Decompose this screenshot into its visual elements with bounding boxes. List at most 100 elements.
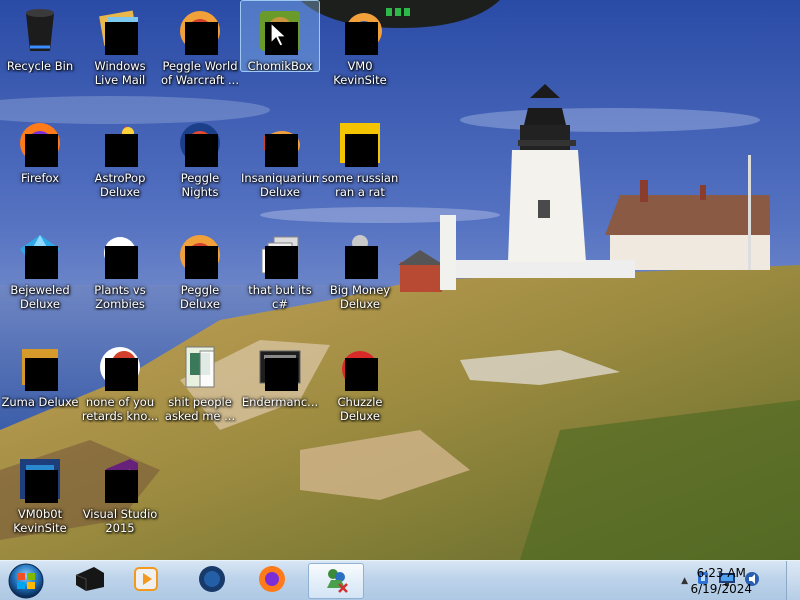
endermanch-icon: [256, 343, 304, 391]
desktop-icon-label: Visual Studio 2015: [82, 507, 158, 535]
desktop-icon-bejeweled[interactable]: Bejeweled Deluxe: [0, 224, 80, 334]
redaction-box: [265, 358, 298, 391]
desktop-icon-label: Firefox: [20, 171, 60, 185]
taskbar-button-chomikbox-taskbar[interactable]: [308, 563, 364, 599]
clock-time: 6:23 AM: [696, 566, 746, 580]
taskbar-button-media-player[interactable]: [118, 563, 174, 599]
stacked-files-icon: [256, 231, 304, 279]
redaction-box: [185, 134, 218, 167]
chuzzle-icon: [336, 343, 384, 391]
desktop-icon-peggle[interactable]: Peggle Deluxe: [160, 224, 240, 334]
system-clock[interactable]: 6:23 AM 6/19/2024: [690, 565, 752, 597]
desktop-icon-plants-vs-zombies[interactable]: Plants vs Zombies: [80, 224, 160, 334]
desktop-icon-label: Recycle Bin: [6, 59, 74, 73]
redaction-box: [25, 134, 58, 167]
mouse-cursor-icon: [270, 21, 288, 52]
desktop-icon-recycle-bin[interactable]: Recycle Bin: [0, 0, 80, 110]
desktop-icon-firefox[interactable]: Firefox: [0, 112, 80, 222]
file-icon: e: [336, 119, 384, 167]
desktop-icon-insaniquarium[interactable]: Insaniquarium Deluxe: [240, 112, 320, 222]
desktop-icon-document[interactable]: shit people asked me ...: [160, 336, 240, 446]
zuma-icon: [16, 343, 64, 391]
taskbar-button-firefox[interactable]: [244, 563, 300, 599]
redaction-box: [265, 134, 298, 167]
redaction-box: [345, 246, 378, 279]
desktop-icon-label: VM0b0t KevinSite: [13, 507, 67, 535]
desktop-icon-label: VM0 KevinSite (View): [333, 59, 387, 87]
windows-live-mail-icon: [96, 7, 144, 55]
desktop-icon-label: Peggle Nights Deluxe: [180, 171, 220, 199]
taskbar-button-black-box-app[interactable]: [62, 563, 118, 599]
peggle-red-icon: [96, 343, 144, 391]
windows-start-orb-icon: [8, 563, 44, 599]
desktop-icon-label: Chuzzle Deluxe: [337, 395, 383, 423]
redaction-box: [345, 358, 378, 391]
redaction-box: [105, 358, 138, 391]
plants-vs-zombies-icon: [96, 231, 144, 279]
desktop-icon-label: none of you retards kno...: [81, 395, 159, 423]
redaction-box: [105, 134, 138, 167]
desktop-icon-label: Bejeweled Deluxe: [10, 283, 70, 311]
desktop-icon-vm-bot[interactable]: VM0b0t KevinSite: [0, 448, 80, 558]
desktop-icon-label: Peggle Deluxe: [180, 283, 220, 311]
desktop-icon-vm-kevinsite-view[interactable]: VM0 KevinSite (View): [320, 0, 400, 110]
start-button[interactable]: [4, 562, 48, 600]
recycle-bin-icon: [16, 7, 64, 55]
desktop-icon-stacked-files[interactable]: that but its c#: [240, 224, 320, 334]
bejeweled-icon: [16, 231, 64, 279]
globe-app-icon: [197, 564, 227, 598]
desktop-icon-visual-studio[interactable]: Visual Studio 2015: [80, 448, 160, 558]
desktop-icon-label: ChomikBox: [247, 59, 313, 71]
desktop-icon-file[interactable]: e some russian ran a rat: [320, 112, 400, 222]
desktop-icon-chuzzle[interactable]: Chuzzle Deluxe: [320, 336, 400, 446]
show-hidden-icons-arrow[interactable]: ▲: [681, 576, 688, 586]
taskbar: ▲ 6:23 AM 6/19/2024: [0, 560, 800, 600]
clock-date: 6/19/2024: [690, 582, 752, 596]
desktop-icon-label: that but its c#: [248, 283, 312, 311]
redaction-box: [185, 246, 218, 279]
desktop-icon-label: Big Money Deluxe: [329, 283, 391, 311]
big-money-icon: [336, 231, 384, 279]
peggle-nights-icon: [176, 119, 224, 167]
vm-kevinsite-view-icon: [336, 7, 384, 55]
desktop-icon-peggle-nights[interactable]: Peggle Nights Deluxe: [160, 112, 240, 222]
redaction-box: [345, 22, 378, 55]
insaniquarium-icon: [256, 119, 304, 167]
show-desktop-button[interactable]: [786, 561, 800, 600]
redaction-box: [25, 470, 58, 503]
redaction-box: [105, 246, 138, 279]
desktop-icon-big-money[interactable]: Big Money Deluxe: [320, 224, 400, 334]
desktop-icon-windows-live-mail[interactable]: Windows Live Mail: [80, 0, 160, 110]
firefox-icon: [16, 119, 64, 167]
desktop-icon-peggle-wow[interactable]: Peggle World of Warcraft ...: [160, 0, 240, 110]
desktop-icon-label: shit people asked me ...: [164, 395, 236, 423]
desktop-icon-label: some russian ran a rat: [321, 171, 399, 199]
desktop-icon-label: Plants vs Zombies: [94, 283, 146, 311]
desktop-icon-peggle-red[interactable]: none of you retards kno...: [80, 336, 160, 446]
desktop-icon-zuma[interactable]: Zuma Deluxe: [0, 336, 80, 446]
black-box-app-icon: [74, 565, 106, 597]
redaction-box: [25, 246, 58, 279]
desktop-icon-astropop[interactable]: AstroPop Deluxe: [80, 112, 160, 222]
peggle-icon: [176, 231, 224, 279]
desktop-icon-label: Peggle World of Warcraft ...: [161, 59, 239, 87]
vm-bot-icon: [16, 455, 64, 503]
astropop-icon: [96, 119, 144, 167]
desktop-icon-label: Windows Live Mail: [94, 59, 146, 87]
redaction-box: [185, 22, 218, 55]
redaction-box: [25, 358, 58, 391]
redaction-box: [105, 470, 138, 503]
desktop-icon-label: Insaniquarium Deluxe: [241, 171, 319, 199]
desktop-icon-endermanch[interactable]: Endermanc...: [240, 336, 320, 446]
firefox-icon: [257, 564, 287, 598]
desktop-icon-label: AstroPop Deluxe: [94, 171, 146, 199]
visual-studio-icon: [96, 455, 144, 503]
redaction-box: [105, 22, 138, 55]
document-icon: [176, 343, 224, 391]
media-player-icon: [132, 565, 160, 597]
desktop-icon-label: Zuma Deluxe: [1, 395, 79, 409]
chomikbox-taskbar-icon: [321, 564, 351, 598]
redaction-box: [265, 246, 298, 279]
desktop-icon-label: Endermanc...: [241, 395, 319, 409]
taskbar-button-globe-app[interactable]: [184, 563, 240, 599]
